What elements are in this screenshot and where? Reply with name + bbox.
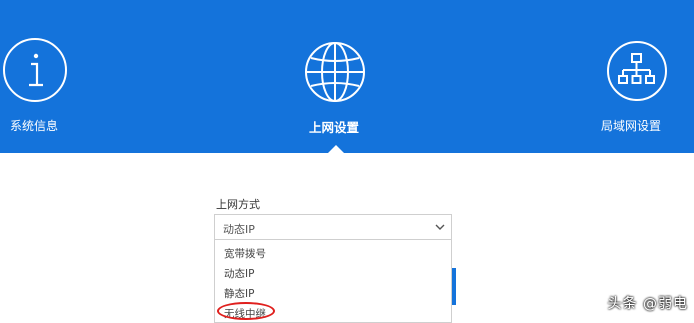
top-nav-banner: 系统信息 上网设置 局域网设置 — [0, 0, 694, 153]
connection-type-label: 上网方式 — [216, 198, 260, 211]
selected-value: 动态IP — [223, 223, 255, 236]
nav-system-info-label: 系统信息 — [10, 119, 59, 133]
connection-type-select[interactable]: 动态IP — [214, 214, 452, 240]
highlight-circle — [217, 302, 275, 320]
watermark: 头条 @弱电 — [607, 296, 688, 312]
globe-icon — [305, 42, 365, 102]
nav-system-info[interactable]: 系统信息 — [0, 0, 80, 153]
info-icon — [3, 38, 67, 102]
save-button-edge[interactable] — [452, 268, 456, 305]
chevron-down-icon — [435, 224, 445, 230]
nav-internet-settings-label: 上网设置 — [309, 120, 360, 135]
option-pppoe[interactable]: 宽带拨号 — [224, 246, 266, 261]
active-tab-pointer — [327, 145, 345, 154]
nav-lan-settings-label: 局域网设置 — [601, 119, 662, 133]
option-static-ip[interactable]: 静态IP — [224, 286, 254, 301]
nav-lan-settings[interactable]: 局域网设置 — [590, 0, 694, 153]
option-dynamic-ip[interactable]: 动态IP — [224, 266, 254, 281]
network-icon — [607, 41, 667, 101]
nav-internet-settings[interactable]: 上网设置 — [290, 0, 380, 153]
